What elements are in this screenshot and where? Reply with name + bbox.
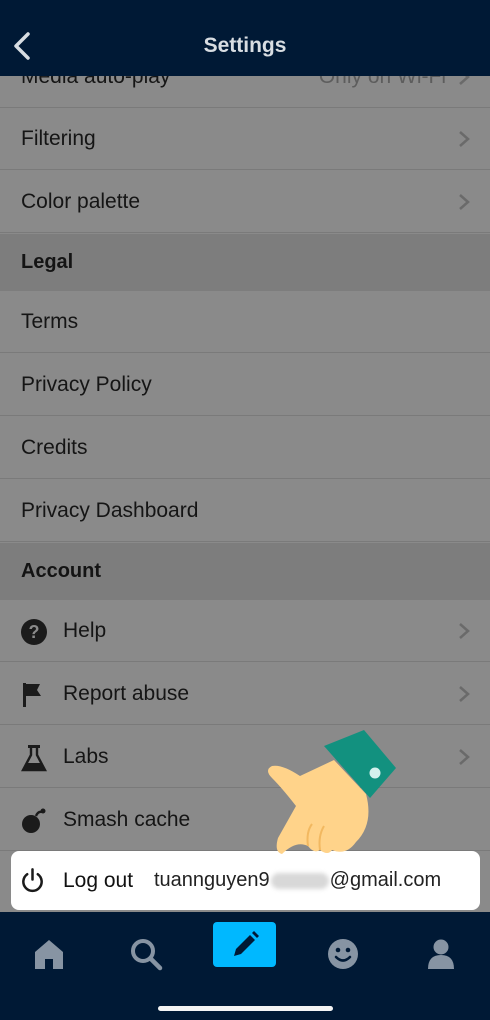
compose-button[interactable] [213,922,276,967]
row-label: Smash cache [63,808,191,831]
section-label: Account [21,560,101,582]
chevron-right-icon [459,749,470,765]
row-label: Privacy Policy [21,373,152,396]
logout-label: Log out [63,869,134,892]
home-icon[interactable] [29,934,69,974]
row-label: Media auto-play [21,76,171,88]
home-indicator [158,1006,333,1011]
svg-text:?: ? [29,622,40,642]
section-header-account: Account [0,543,490,600]
help-row[interactable]: ? Help [0,600,490,662]
row-label: Terms [21,310,79,333]
settings-list: Media auto-play Only on Wi-Fi Filtering … [0,76,490,912]
row-label: Privacy Dashboard [21,499,199,522]
chevron-right-icon [459,623,470,639]
top-bar: Settings [0,0,490,76]
color-palette-row[interactable]: Color palette [0,171,490,233]
filtering-row[interactable]: Filtering [0,108,490,170]
logout-row[interactable]: Log out tuannguyen9 @gmail.com [11,851,480,910]
row-value: Only on Wi-Fi [318,76,446,88]
account-email: tuannguyen9 @gmail.com [154,851,441,910]
row-label: Filtering [21,127,96,150]
bottom-nav [0,912,490,1020]
page-title: Settings [203,34,287,57]
emoji-icon[interactable] [323,934,363,974]
flask-icon [21,745,47,772]
search-icon[interactable] [126,934,166,974]
flag-icon [23,683,41,707]
terms-row[interactable]: Terms [0,291,490,353]
media-autoplay-row[interactable]: Media auto-play Only on Wi-Fi [0,76,490,108]
account-icon[interactable] [421,934,461,974]
privacy-policy-row[interactable]: Privacy Policy [0,354,490,416]
chevron-right-icon [459,194,470,210]
bomb-icon [22,808,46,833]
row-label: Credits [21,436,88,459]
smash-cache-row[interactable]: Smash cache [0,789,490,851]
power-icon [22,868,43,893]
email-end: @gmail.com [329,869,442,891]
section-header-legal: Legal [0,234,490,291]
chevron-right-icon [459,76,470,85]
chevron-right-icon [459,686,470,702]
row-label: Help [63,619,107,642]
row-label: Labs [63,745,109,768]
section-label: Legal [21,251,74,273]
compose-icon [234,931,259,956]
row-label: Color palette [21,190,141,213]
credits-row[interactable]: Credits [0,417,490,479]
privacy-dashboard-row[interactable]: Privacy Dashboard [0,480,490,542]
chevron-right-icon [459,131,470,147]
labs-row[interactable]: Labs [0,726,490,788]
email-start: tuannguyen9 [154,869,270,891]
row-label: Report abuse [63,682,190,705]
email-redaction [270,872,329,889]
report-abuse-row[interactable]: Report abuse [0,663,490,725]
pointing-hand-icon [268,730,396,854]
help-icon: ? [21,619,47,645]
